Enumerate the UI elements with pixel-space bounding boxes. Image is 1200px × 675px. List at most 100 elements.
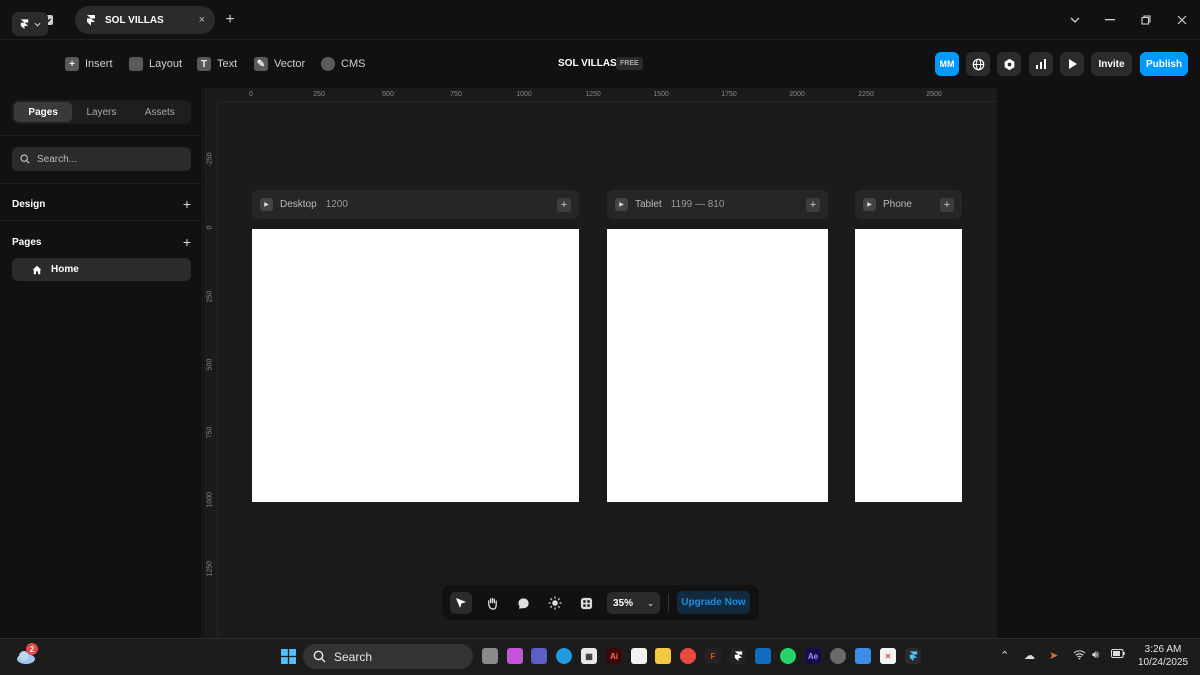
ruler-tick: 250: [313, 91, 325, 98]
ruler-tick: 750: [450, 91, 462, 98]
phone-frame[interactable]: [855, 229, 962, 502]
tab-assets[interactable]: Assets: [131, 102, 189, 122]
search-input[interactable]: Search...: [12, 147, 191, 171]
settings-icon[interactable]: [997, 52, 1021, 76]
design-heading: Design: [12, 198, 46, 210]
ruler-tick: 1250: [585, 91, 601, 98]
components-grid-icon[interactable]: [575, 592, 597, 614]
design-section-header: Design +: [12, 196, 191, 212]
vector-label: Vector: [274, 58, 306, 70]
taskbar-search[interactable]: Search: [303, 644, 473, 669]
windows-start-icon[interactable]: [280, 648, 296, 664]
preview-play-icon[interactable]: ▶: [615, 198, 628, 211]
search-icon: [313, 650, 326, 663]
close-icon[interactable]: [1172, 10, 1192, 30]
battery-icon[interactable]: [1111, 649, 1125, 661]
framer-app-icon[interactable]: [730, 648, 746, 664]
ruler-tick: -250: [206, 152, 214, 167]
tab-layers[interactable]: Layers: [72, 102, 130, 122]
title-bar: SOL VILLAS × +: [0, 0, 1200, 40]
invite-button[interactable]: Invite: [1091, 52, 1132, 76]
project-title[interactable]: SOL VILLAS: [558, 58, 617, 69]
panel-tabs: Pages Layers Assets: [12, 100, 191, 124]
add-breakpoint-icon[interactable]: +: [940, 197, 954, 212]
framer-logo-icon: [20, 19, 29, 30]
page-item-home[interactable]: Home: [12, 258, 191, 281]
photos-icon[interactable]: [855, 648, 871, 664]
file-explorer-icon[interactable]: [655, 648, 671, 664]
zoom-select[interactable]: 35% ⌄: [607, 592, 660, 614]
preview-play-icon[interactable]: ▶: [260, 198, 273, 211]
browser-tab[interactable]: SOL VILLAS ×: [75, 6, 215, 34]
new-tab-button[interactable]: +: [220, 10, 240, 30]
hand-tool-icon[interactable]: [481, 592, 503, 614]
user-avatar[interactable]: MM: [935, 52, 959, 76]
plan-badge: FREE: [616, 57, 643, 70]
framer-logo-icon: [87, 15, 95, 26]
preview-play-icon[interactable]: ▶: [863, 198, 876, 211]
outlook-icon[interactable]: [755, 648, 771, 664]
onedrive-icon[interactable]: ☁: [1024, 649, 1035, 662]
clock-time: 3:26 AM: [1144, 644, 1182, 655]
insert-button[interactable]: + Insert: [65, 55, 113, 73]
tray-chevron-up-icon[interactable]: ⌃: [1000, 649, 1009, 662]
after-effects-icon[interactable]: Ae: [805, 648, 821, 664]
comment-tool-icon[interactable]: [512, 592, 534, 614]
figma-icon[interactable]: F: [705, 648, 721, 664]
ruler-tick: 2500: [926, 91, 942, 98]
frame-header-phone[interactable]: ▶ Phone +: [855, 190, 962, 219]
add-breakpoint-icon[interactable]: +: [557, 197, 571, 212]
store-icon[interactable]: ▦: [581, 648, 597, 664]
restore-icon[interactable]: [1136, 10, 1156, 30]
framer-active-app-icon[interactable]: [905, 648, 921, 664]
chevron-down-icon: ⌄: [647, 598, 654, 608]
theme-toggle-icon[interactable]: [544, 592, 566, 614]
insert-label: Insert: [85, 58, 113, 70]
copilot-icon[interactable]: [507, 648, 523, 664]
preview-play-icon[interactable]: [1060, 52, 1084, 76]
divider: [0, 220, 203, 221]
ruler-tick: 1000: [516, 91, 532, 98]
app-icon[interactable]: ✕: [880, 648, 896, 664]
tablet-frame[interactable]: [607, 229, 828, 502]
pages-section-header: Pages +: [12, 234, 191, 250]
illustrator-icon[interactable]: Ai: [606, 648, 622, 664]
publish-button[interactable]: Publish: [1140, 52, 1188, 76]
location-icon[interactable]: ➤: [1049, 649, 1058, 662]
wifi-icon[interactable]: [1073, 649, 1086, 663]
upgrade-now-button[interactable]: Upgrade Now: [677, 591, 750, 614]
add-design-icon[interactable]: +: [183, 196, 191, 212]
task-view-icon[interactable]: [482, 648, 498, 664]
frame-header-tablet[interactable]: ▶ Tablet 1199 — 810 +: [607, 190, 828, 219]
teams-icon[interactable]: [531, 648, 547, 664]
tab-pages[interactable]: Pages: [14, 102, 73, 122]
system-clock[interactable]: 3:26 AM 10/24/2025: [1134, 643, 1192, 669]
ruler-tick: 1250: [206, 560, 214, 577]
add-breakpoint-icon[interactable]: +: [806, 197, 820, 212]
edge-icon[interactable]: [556, 648, 572, 664]
app-menu-button[interactable]: [12, 12, 48, 36]
whatsapp-icon[interactable]: [780, 648, 796, 664]
add-page-icon[interactable]: +: [183, 234, 191, 250]
vector-button[interactable]: ✎ Vector: [254, 55, 305, 73]
text-button[interactable]: T Text: [197, 55, 237, 73]
layout-button[interactable]: Layout: [129, 55, 182, 73]
chrome-icon[interactable]: [680, 648, 696, 664]
globe-icon[interactable]: [966, 52, 990, 76]
cms-button[interactable]: CMS: [321, 55, 365, 73]
chevron-down-icon[interactable]: [1065, 10, 1085, 30]
settings-app-icon[interactable]: [830, 648, 846, 664]
document-icon[interactable]: [631, 648, 647, 664]
database-icon: [321, 57, 335, 71]
analytics-icon[interactable]: [1029, 52, 1053, 76]
ruler-tick: 500: [382, 91, 394, 98]
select-tool-icon[interactable]: [450, 592, 472, 614]
volume-icon[interactable]: 🔊︎: [1092, 649, 1099, 662]
frame-header-desktop[interactable]: ▶ Desktop 1200 +: [252, 190, 579, 219]
minimize-icon[interactable]: [1100, 10, 1120, 30]
desktop-frame[interactable]: [252, 229, 579, 502]
tab-close-icon[interactable]: ×: [199, 14, 205, 26]
pages-heading: Pages: [12, 236, 42, 248]
horizontal-ruler: [219, 88, 997, 102]
ruler-tick: 2000: [789, 91, 805, 98]
